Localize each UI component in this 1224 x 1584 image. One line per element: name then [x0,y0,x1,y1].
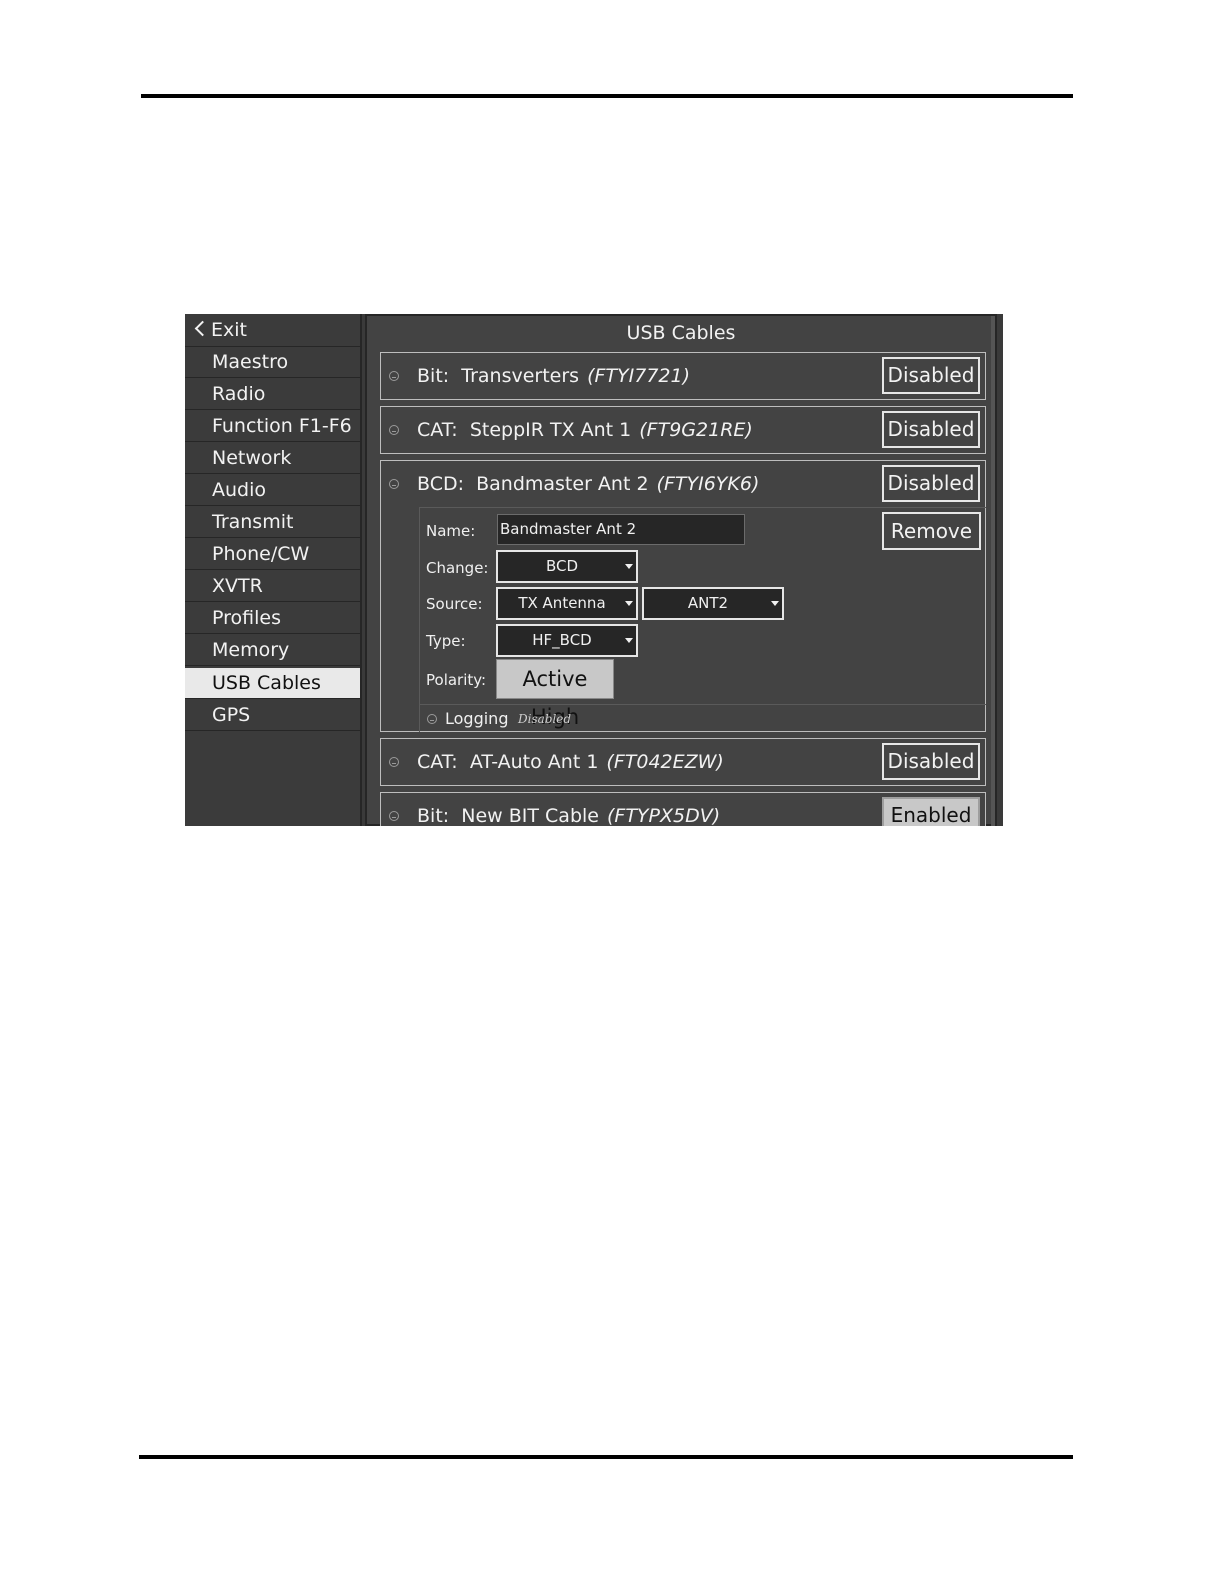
cable-header[interactable]: CAT: SteppIR TX Ant 1 (FT9G21RE) Disabled [381,407,985,453]
cable-serial: (FT9G21RE) [639,419,753,441]
cable-title: Bit: New BIT Cable (FTYPX5DV) [417,805,720,826]
expand-radio-icon[interactable] [389,425,399,435]
type-select[interactable]: HF_BCD [496,624,638,657]
cable-header[interactable]: Bit: New BIT Cable (FTYPX5DV) Enabled [381,793,985,826]
cable-name: AT-Auto Ant 1 [469,751,599,773]
cable-type: Bit: [417,805,450,826]
cable-card: Bit: Transverters (FTYI7721) Disabled [380,352,986,400]
cable-serial: (FT042EZW) [606,751,724,773]
page-top-rule [141,94,1073,98]
cable-state-button[interactable]: Enabled [882,797,980,826]
polarity-toggle-button[interactable]: Active High [496,659,614,729]
source-port-value: ANT2 [687,594,729,612]
sidebar-item-memory[interactable]: Memory [185,635,360,666]
sidebar-item-gps[interactable]: GPS [185,700,360,731]
type-label: Type: [426,632,466,650]
chevron-left-icon [194,320,211,337]
cable-serial: (FTYPX5DV) [606,805,721,826]
usb-cables-panel: USB Cables Bit: Transverters (FTYI7721) D… [365,314,997,826]
settings-sidebar: Exit Maestro Radio Function F1-F6 Networ… [185,314,362,826]
expand-radio-icon[interactable] [389,757,399,767]
source-value: TX Antenna [518,594,606,612]
dropdown-arrow-icon [625,564,633,569]
page-bottom-rule [139,1455,1073,1459]
panel-title: USB Cables [626,322,736,344]
expand-radio-icon[interactable] [389,479,399,489]
sidebar-item-audio[interactable]: Audio [185,475,360,506]
exit-label: Exit [211,319,247,341]
cable-title: CAT: SteppIR TX Ant 1 (FT9G21RE) [417,419,753,441]
cable-type: BCD: [417,473,464,495]
sidebar-item-radio[interactable]: Radio [185,379,360,410]
dropdown-arrow-icon [625,638,633,643]
change-label: Change: [426,559,489,577]
cable-serial: (FTYI6YK6) [656,473,760,495]
cable-state-button[interactable]: Disabled [882,465,980,502]
cable-card-expanded: BCD: Bandmaster Ant 2 (FTYI6YK6) Disabled… [380,460,986,732]
logging-label: Logging [445,709,509,728]
sidebar-item-maestro[interactable]: Maestro [185,347,360,378]
dropdown-arrow-icon [625,601,633,606]
cable-name: Bandmaster Ant 2 [476,473,649,495]
cable-type: CAT: [417,751,458,773]
cable-title: CAT: AT-Auto Ant 1 (FT042EZW) [417,751,724,773]
cable-type: Bit: [417,365,450,387]
sidebar-item-usb-cables[interactable]: USB Cables [185,668,360,699]
cable-name: Transverters [461,365,580,387]
cable-type: CAT: [417,419,458,441]
polarity-label: Polarity: [426,671,487,689]
sidebar-item-profiles[interactable]: Profiles [185,603,360,634]
source-select[interactable]: TX Antenna [496,587,638,620]
dropdown-arrow-icon [771,601,779,606]
sidebar-item-network[interactable]: Network [185,443,360,474]
remove-button[interactable]: Remove [882,512,981,550]
cable-card: CAT: SteppIR TX Ant 1 (FT9G21RE) Disabled [380,406,986,454]
sidebar-item-xvtr[interactable]: XVTR [185,571,360,602]
name-label: Name: [426,522,476,540]
logging-radio-icon[interactable] [427,714,437,724]
cable-name: SteppIR TX Ant 1 [469,419,632,441]
cable-state-button[interactable]: Disabled [882,411,980,448]
cable-header[interactable]: CAT: AT-Auto Ant 1 (FT042EZW) Disabled [381,739,985,785]
cable-details: Name: Bandmaster Ant 2 Change: BCD Sourc… [419,507,986,732]
logging-status: Disabled [518,712,572,726]
cable-serial: (FTYI7721) [587,365,691,387]
exit-button[interactable]: Exit [185,314,360,347]
source-port-select[interactable]: ANT2 [642,587,784,620]
cable-card: CAT: AT-Auto Ant 1 (FT042EZW) Disabled [380,738,986,786]
cable-card: Bit: New BIT Cable (FTYPX5DV) Enabled [380,792,986,826]
cable-state-button[interactable]: Disabled [882,743,980,780]
cable-title: BCD: Bandmaster Ant 2 (FTYI6YK6) [417,473,759,495]
cable-header[interactable]: BCD: Bandmaster Ant 2 (FTYI6YK6) Disabled [381,461,985,507]
sidebar-item-function[interactable]: Function F1-F6 [185,411,360,442]
sidebar-item-phone-cw[interactable]: Phone/CW [185,539,360,570]
usb-cables-screenshot: Exit Maestro Radio Function F1-F6 Networ… [185,314,1003,826]
source-label: Source: [426,595,483,613]
cable-title: Bit: Transverters (FTYI7721) [417,365,690,387]
expand-radio-icon[interactable] [389,371,399,381]
cable-header[interactable]: Bit: Transverters (FTYI7721) Disabled [381,353,985,399]
sidebar-item-transmit[interactable]: Transmit [185,507,360,538]
type-value: HF_BCD [532,631,592,649]
scrollbar[interactable] [991,316,995,826]
expand-radio-icon[interactable] [389,811,399,821]
change-value: BCD [545,557,579,575]
logging-row: Logging Disabled [420,704,986,733]
name-field[interactable]: Bandmaster Ant 2 [497,514,745,545]
change-select[interactable]: BCD [496,550,638,583]
cable-name: New BIT Cable [461,805,599,826]
cable-state-button[interactable]: Disabled [882,357,980,394]
